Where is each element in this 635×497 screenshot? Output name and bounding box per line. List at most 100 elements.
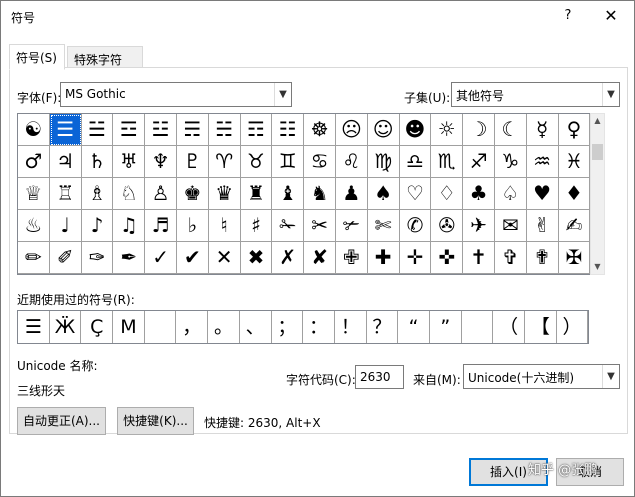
- symbol-cell[interactable]: ♫: [113, 210, 146, 242]
- char-code-input[interactable]: 2630: [355, 365, 404, 389]
- symbol-cell[interactable]: ✕: [208, 242, 241, 274]
- symbol-cell[interactable]: ✉: [494, 210, 527, 242]
- chevron-down-icon[interactable]: ▼: [602, 83, 619, 106]
- symbol-cell[interactable]: ♏: [431, 146, 464, 178]
- symbol-cell[interactable]: ♋: [304, 146, 336, 178]
- symbol-cell[interactable]: ♙: [145, 178, 177, 210]
- symbol-grid-scrollbar[interactable]: ▲ ▼: [590, 113, 605, 275]
- chevron-down-icon[interactable]: ▼: [274, 83, 291, 106]
- symbol-cell[interactable]: ♈: [208, 146, 241, 178]
- symbol-cell[interactable]: ♄: [81, 146, 114, 178]
- recent-symbol-cell[interactable]: 。: [208, 311, 240, 343]
- symbol-cell[interactable]: ☰: [49, 114, 82, 146]
- recent-symbol-cell[interactable]: ☰: [18, 311, 50, 343]
- autocorrect-button[interactable]: 自动更正(A)...: [17, 407, 106, 435]
- symbol-cell[interactable]: ♕: [18, 178, 50, 210]
- recent-symbol-cell[interactable]: ；: [272, 311, 304, 343]
- symbol-cell[interactable]: ♒: [526, 146, 559, 178]
- symbol-cell[interactable]: ☼: [431, 114, 464, 146]
- symbol-cell[interactable]: ☵: [208, 114, 241, 146]
- symbol-cell[interactable]: ✑: [81, 242, 114, 274]
- recent-symbol-cell[interactable]: ）: [557, 311, 589, 343]
- recent-symbol-cell[interactable]: Ç: [81, 311, 114, 343]
- symbol-cell[interactable]: ♍: [367, 146, 400, 178]
- symbol-cell[interactable]: ✁: [272, 210, 305, 242]
- symbol-cell[interactable]: ☿: [526, 114, 559, 146]
- symbol-cell[interactable]: ♊: [272, 146, 305, 178]
- symbol-cell[interactable]: ♛: [208, 178, 241, 210]
- symbol-cell[interactable]: ✙: [335, 242, 368, 274]
- symbol-cell[interactable]: ✍: [558, 210, 591, 242]
- symbol-cell[interactable]: ♣: [463, 178, 495, 210]
- recent-symbols[interactable]: ☰ Ӝ Ç M ，。、；：！？ “” （【）: [17, 310, 589, 344]
- symbol-cell[interactable]: ♯: [240, 210, 273, 242]
- symbol-cell[interactable]: ✛: [399, 242, 432, 274]
- symbol-cell[interactable]: ♩: [49, 210, 82, 242]
- recent-symbol-cell[interactable]: Ӝ: [50, 311, 82, 343]
- subset-select[interactable]: 其他符号 ▼: [451, 82, 620, 107]
- scroll-up-icon[interactable]: ▲: [591, 114, 604, 128]
- symbol-cell[interactable]: ♬: [145, 210, 177, 242]
- symbol-cell[interactable]: ☴: [176, 114, 209, 146]
- recent-symbol-cell[interactable]: ”: [430, 311, 462, 343]
- symbol-cell[interactable]: ♭: [176, 210, 209, 242]
- symbol-cell[interactable]: ♦: [558, 178, 591, 210]
- symbol-cell[interactable]: ✏: [18, 242, 50, 274]
- symbol-cell[interactable]: ♓: [558, 146, 591, 178]
- symbol-cell[interactable]: ☱: [81, 114, 114, 146]
- symbol-cell[interactable]: ♉: [240, 146, 273, 178]
- symbol-cell[interactable]: ☲: [113, 114, 146, 146]
- symbol-cell[interactable]: ✆: [399, 210, 432, 242]
- symbol-cell[interactable]: ☾: [494, 114, 527, 146]
- symbol-cell[interactable]: ✔: [176, 242, 209, 274]
- symbol-cell[interactable]: ✟: [526, 242, 559, 274]
- recent-symbol-cell[interactable]: “: [398, 311, 430, 343]
- recent-symbol-cell[interactable]: ？: [367, 311, 399, 343]
- symbol-cell[interactable]: ♮: [208, 210, 241, 242]
- symbol-cell[interactable]: ♥: [526, 178, 559, 210]
- symbol-cell[interactable]: ♤: [494, 178, 527, 210]
- symbol-cell[interactable]: ✓: [145, 242, 177, 274]
- symbol-cell[interactable]: ♝: [272, 178, 305, 210]
- recent-symbol-cell[interactable]: ：: [303, 311, 335, 343]
- symbol-cell[interactable]: ♡: [399, 178, 432, 210]
- symbol-cell[interactable]: ✂: [304, 210, 336, 242]
- chevron-down-icon[interactable]: ▼: [602, 365, 619, 388]
- symbol-cell[interactable]: ♢: [431, 178, 464, 210]
- font-select[interactable]: MS Gothic ▼: [60, 82, 292, 107]
- symbol-cell[interactable]: ♎: [399, 146, 432, 178]
- symbol-grid[interactable]: ☯ ☰ ☱ ☲ ☳ ☴ ☵ ☶ ☷ ☸ ☹ ☺ ☻ ☼ ☽ ☾ ☿ ♀ ♂ ♃ ♄ ♅ ♆ ♇ ♈ ♉ ♊ ♋ ♌ ♍ ♎ ♏ ♐ ♑ ♒ ♓ ♕ ♖ ♗ ♘…: [17, 113, 591, 275]
- symbol-cell[interactable]: ☻: [399, 114, 432, 146]
- recent-symbol-cell[interactable]: M: [113, 311, 145, 343]
- recent-symbol-cell[interactable]: 【: [525, 311, 557, 343]
- from-select[interactable]: Unicode(十六进制) ▼: [463, 364, 620, 389]
- symbol-cell[interactable]: ✄: [367, 210, 400, 242]
- symbol-cell[interactable]: ☶: [240, 114, 273, 146]
- symbol-cell[interactable]: ✌: [526, 210, 559, 242]
- symbol-cell[interactable]: ♂: [18, 146, 50, 178]
- symbol-cell[interactable]: ✘: [304, 242, 336, 274]
- symbol-cell[interactable]: ✒: [113, 242, 146, 274]
- symbol-cell[interactable]: ☳: [145, 114, 177, 146]
- symbol-cell[interactable]: ✝: [463, 242, 495, 274]
- symbol-cell[interactable]: ♌: [335, 146, 368, 178]
- recent-symbol-cell[interactable]: （: [493, 311, 525, 343]
- symbol-cell[interactable]: ♀: [558, 114, 591, 146]
- scroll-down-icon[interactable]: ▼: [591, 260, 604, 274]
- symbol-cell[interactable]: ♪: [81, 210, 114, 242]
- symbol-cell[interactable]: ♚: [176, 178, 209, 210]
- symbol-cell[interactable]: ✚: [367, 242, 400, 274]
- symbol-cell[interactable]: ✃: [335, 210, 368, 242]
- symbol-cell[interactable]: ♆: [145, 146, 177, 178]
- symbol-cell[interactable]: ♗: [81, 178, 114, 210]
- symbol-cell[interactable]: ☺: [367, 114, 400, 146]
- recent-symbol-cell[interactable]: ！: [335, 311, 367, 343]
- symbol-cell[interactable]: ♖: [49, 178, 82, 210]
- symbol-cell[interactable]: ♠: [367, 178, 400, 210]
- symbol-cell[interactable]: ♃: [49, 146, 82, 178]
- symbol-cell[interactable]: ♑: [494, 146, 527, 178]
- symbol-cell[interactable]: ♅: [113, 146, 146, 178]
- shortcut-key-button[interactable]: 快捷键(K)...: [117, 407, 194, 435]
- symbol-cell[interactable]: ☯: [18, 114, 50, 146]
- symbol-cell[interactable]: ✇: [431, 210, 464, 242]
